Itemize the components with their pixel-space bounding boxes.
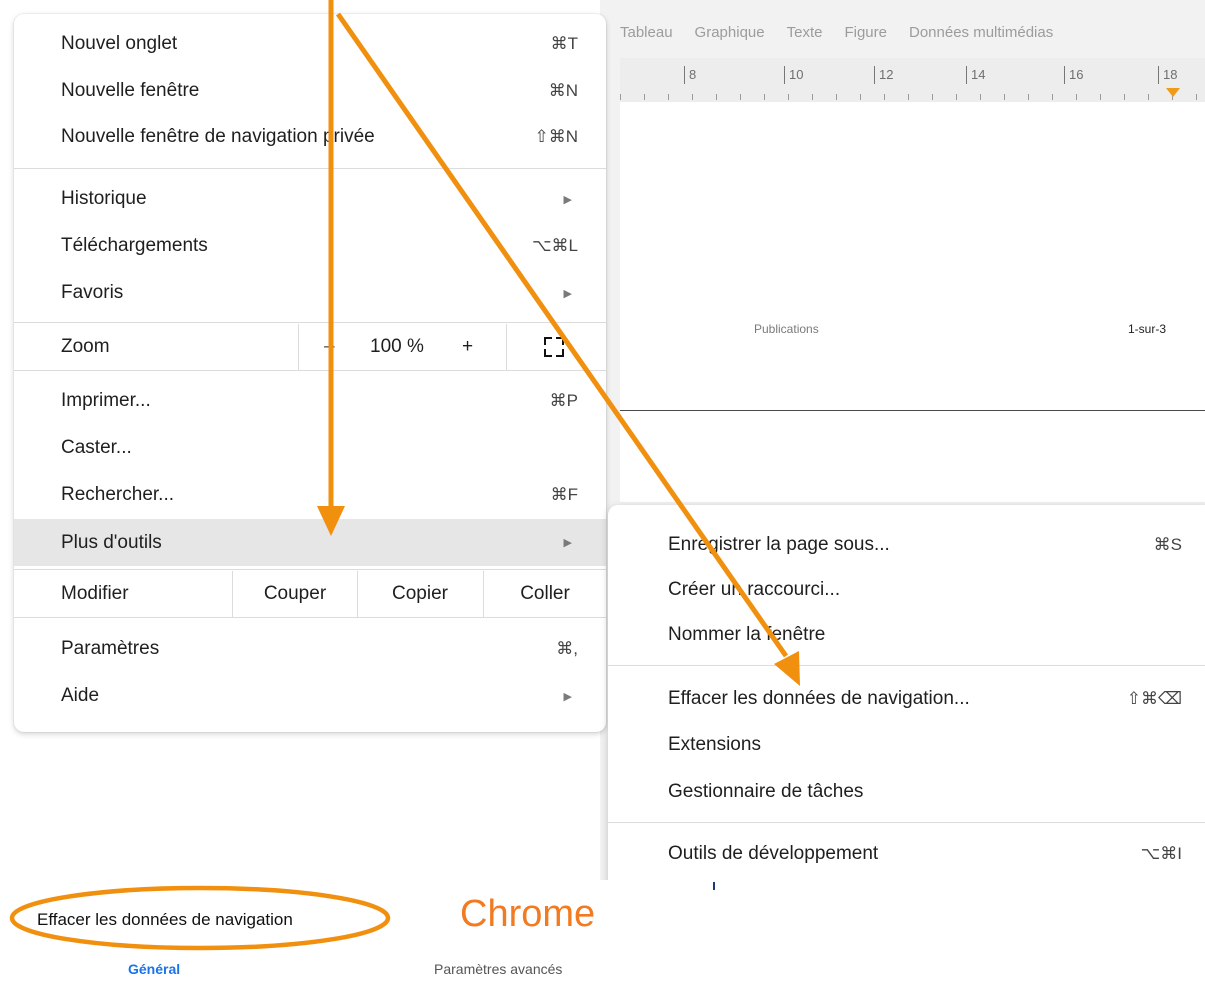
menu-item-label: Nouvelle fenêtre de navigation privée [61, 126, 375, 147]
shortcut-label: ⌘T [550, 34, 578, 53]
edit-label: Modifier [61, 583, 129, 604]
menu-item-label: Nouvel onglet [61, 33, 178, 54]
shortcut-label: ⌘N [548, 81, 578, 100]
cut-button[interactable]: Couper [233, 571, 357, 617]
toolbar-item-text[interactable]: Texte [787, 24, 823, 52]
fullscreen-icon[interactable] [544, 337, 564, 357]
ruler-number: 14 [966, 66, 985, 84]
menu-item-task-manager[interactable]: Gestionnaire de tâches [608, 770, 1205, 814]
menu-item-label: Imprimer... [61, 390, 151, 411]
shortcut-label: ⌘P [549, 391, 578, 410]
submenu-arrow-icon: ▶ [563, 193, 572, 206]
zoom-divider [298, 324, 299, 370]
more-tools-submenu: Enregistrer la page sous... ⌘S Créer un … [608, 505, 1205, 890]
menu-separator [608, 665, 1205, 666]
edit-row: Modifier Couper Copier Coller [14, 571, 606, 617]
toolbar-item-media[interactable]: Données multimédias [909, 24, 1053, 52]
document-header-text: Publications [754, 322, 819, 336]
document-page [620, 102, 1205, 502]
toolbar-item-table[interactable]: Tableau [620, 24, 673, 52]
clear-browsing-data-link[interactable]: Effacer les données de navigation [37, 910, 293, 930]
shortcut-label: ⌥⌘I [1140, 844, 1182, 863]
shortcut-label: ⇧⌘⌫ [1126, 689, 1182, 708]
menu-item-label: Extensions [668, 734, 761, 755]
chrome-title: Chrome [460, 893, 596, 935]
submenu-arrow-icon: ▶ [563, 287, 572, 300]
menu-item-developer-tools[interactable]: Outils de développement ⌥⌘I [608, 832, 1205, 876]
submenu-arrow-icon: ▶ [563, 537, 572, 549]
zoom-row: Zoom – 100 % + [14, 324, 606, 370]
cursor-mark [713, 882, 715, 890]
copy-button[interactable]: Copier [358, 571, 482, 617]
menu-item-cast[interactable]: Caster... [14, 426, 606, 470]
menu-item-print[interactable]: Imprimer... ⌘P [14, 379, 606, 423]
chrome-main-menu: Nouvel onglet ⌘T Nouvelle fenêtre ⌘N Nou… [14, 14, 606, 732]
ruler-ticks [620, 94, 1205, 100]
shortcut-label: ⌘, [556, 639, 578, 658]
menu-item-label: Rechercher... [61, 484, 174, 505]
zoom-label: Zoom [61, 336, 110, 357]
document-page-number: 1-sur-3 [1128, 322, 1167, 336]
zoom-in-button[interactable]: + [462, 324, 473, 370]
menu-item-downloads[interactable]: Téléchargements ⌥⌘L [14, 224, 606, 268]
zoom-out-button[interactable]: – [324, 324, 335, 370]
ruler-number: 8 [684, 66, 696, 84]
menu-separator [14, 168, 606, 169]
menu-separator [608, 822, 1205, 823]
menu-item-label: Outils de développement [668, 843, 879, 864]
menu-item-label: Créer un raccourci... [668, 579, 841, 600]
menu-item-new-tab[interactable]: Nouvel onglet ⌘T [14, 22, 606, 66]
menu-item-more-tools[interactable]: Plus d'outils ▶ [14, 519, 606, 566]
zoom-divider [506, 324, 507, 370]
menu-item-label: Gestionnaire de tâches [668, 781, 864, 802]
submenu-arrow-icon: ▶ [563, 690, 572, 703]
tab-advanced-settings[interactable]: Paramètres avancés [434, 961, 562, 977]
menu-item-label: Nouvelle fenêtre [61, 80, 200, 101]
menu-item-label: Effacer les données de navigation... [668, 688, 970, 709]
paste-button[interactable]: Coller [484, 571, 606, 617]
menu-separator [14, 322, 606, 323]
menu-item-label: Aide [61, 685, 100, 706]
document-toolbar: Tableau Graphique Texte Figure Données m… [620, 24, 1205, 52]
menu-separator [14, 370, 606, 371]
menu-separator [14, 569, 606, 570]
zoom-level-value: 100 % [370, 336, 424, 357]
menu-item-clear-browsing-data[interactable]: Effacer les données de navigation... ⇧⌘⌫ [608, 677, 1205, 721]
menu-item-label: Paramètres [61, 638, 160, 659]
tab-general[interactable]: Général [128, 961, 180, 977]
menu-item-new-private-window[interactable]: Nouvelle fenêtre de navigation privée ⇧⌘… [14, 115, 606, 159]
menu-item-name-window[interactable]: Nommer la fenêtre [608, 613, 1205, 657]
shortcut-label: ⇧⌘N [534, 127, 578, 146]
menu-separator [14, 617, 606, 618]
menu-item-help[interactable]: Aide ▶ [14, 674, 606, 718]
settings-excerpt [0, 880, 1205, 992]
shortcut-label: ⌘F [550, 485, 578, 504]
document-divider [620, 410, 1205, 411]
ruler-number: 16 [1064, 66, 1083, 84]
shortcut-label: ⌥⌘L [531, 236, 578, 255]
tab-stop-marker-icon[interactable] [1166, 88, 1180, 97]
menu-item-new-window[interactable]: Nouvelle fenêtre ⌘N [14, 69, 606, 113]
menu-item-label: Favoris [61, 282, 124, 303]
ruler-number: 18 [1158, 66, 1177, 84]
menu-item-label: Historique [61, 188, 147, 209]
menu-item-label: Enregistrer la page sous... [668, 534, 890, 555]
menu-item-label: Plus d'outils [61, 531, 162, 553]
menu-item-settings[interactable]: Paramètres ⌘, [14, 627, 606, 671]
menu-item-find[interactable]: Rechercher... ⌘F [14, 473, 606, 517]
toolbar-item-shape[interactable]: Figure [844, 24, 887, 52]
shortcut-label: ⌘S [1153, 535, 1182, 554]
menu-item-label: Nommer la fenêtre [668, 624, 826, 645]
ruler-number: 10 [784, 66, 803, 84]
menu-item-label: Téléchargements [61, 235, 208, 256]
menu-item-extensions[interactable]: Extensions [608, 723, 1205, 767]
menu-item-history[interactable]: Historique ▶ [14, 177, 606, 221]
menu-item-bookmarks[interactable]: Favoris ▶ [14, 271, 606, 315]
toolbar-item-chart[interactable]: Graphique [695, 24, 765, 52]
document-ruler: 8 10 12 14 16 18 [620, 58, 1205, 103]
menu-item-create-shortcut[interactable]: Créer un raccourci... [608, 568, 1205, 612]
ruler-number: 12 [874, 66, 893, 84]
menu-item-label: Caster... [61, 437, 132, 458]
menu-item-save-page[interactable]: Enregistrer la page sous... ⌘S [608, 523, 1205, 567]
